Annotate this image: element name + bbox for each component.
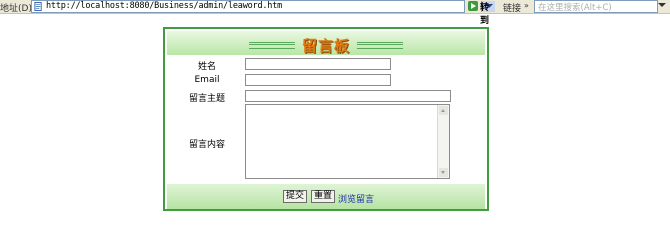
panel-title: 留言板 — [301, 37, 350, 55]
address-input[interactable]: http://localhost:8080/Business/admin/lea… — [31, 0, 495, 13]
content-scrollbar[interactable] — [437, 105, 449, 178]
search-dropdown-icon[interactable] — [658, 3, 666, 7]
address-url: http://localhost:8080/Business/admin/lea… — [46, 1, 283, 11]
name-input[interactable] — [245, 58, 391, 70]
links-chevron-icon[interactable]: » — [524, 1, 529, 10]
page-icon — [34, 2, 42, 11]
content-textarea[interactable] — [245, 104, 450, 179]
scroll-down-icon[interactable] — [439, 168, 448, 177]
content-label: 留言内容 — [188, 140, 225, 150]
scroll-up-icon[interactable] — [439, 106, 448, 115]
email-input[interactable] — [245, 74, 391, 86]
address-bar: 地址(D) http://localhost:8080/Business/adm… — [0, 0, 670, 26]
links-button[interactable]: 链接 — [503, 1, 521, 14]
guestbook-panel: 留言板 姓名 Email 留言主题 留言内容 提交 重置 浏览留言 — [163, 27, 489, 211]
go-arrow-icon — [468, 1, 478, 11]
go-label: 转到 — [480, 3, 490, 26]
submit-button[interactable]: 提交 — [283, 190, 308, 203]
panel-header: 留言板 — [167, 31, 485, 55]
search-input[interactable]: 在这里搜索(Alt+C) — [534, 0, 658, 13]
browse-messages-link[interactable]: 浏览留言 — [338, 192, 374, 205]
go-button[interactable]: 转到 — [467, 0, 497, 26]
address-label: 地址(D) — [0, 4, 32, 14]
panel-footer: 提交 重置 浏览留言 — [167, 184, 485, 209]
name-label: 姓名 — [197, 62, 216, 72]
subject-label: 留言主题 — [188, 94, 225, 104]
search-placeholder: 在这里搜索(Alt+C) — [538, 3, 612, 13]
subject-input[interactable] — [245, 90, 451, 102]
reset-button[interactable]: 重置 — [311, 190, 336, 203]
email-label: Email — [194, 75, 220, 85]
